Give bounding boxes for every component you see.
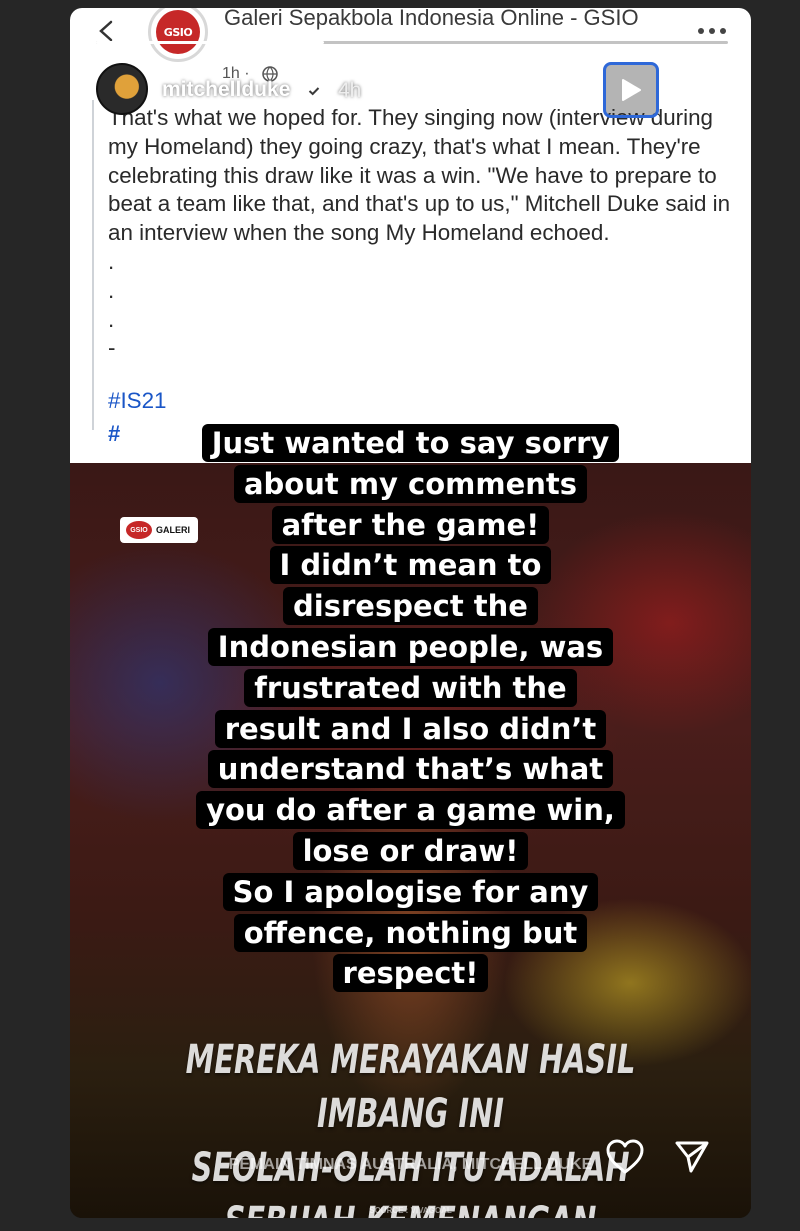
- caption-line-text: Indonesian people, was: [207, 627, 614, 666]
- caption-line: Just wanted to say sorry: [70, 423, 751, 464]
- caption-line: respect!: [70, 953, 751, 994]
- caption-line-text: frustrated with the: [244, 668, 577, 707]
- play-button[interactable]: [603, 62, 659, 118]
- username[interactable]: mitchellduke: [162, 78, 290, 102]
- page-title: Galeri Sepakbola Indonesia Online - GSIO: [224, 8, 639, 30]
- story-time: 4h: [338, 79, 362, 102]
- caption-line: So I apologise for any: [70, 872, 751, 913]
- send-icon[interactable]: [674, 1140, 710, 1174]
- headline-line-1: MEREKA MERAYAKAN HASIL IMBANG INI: [185, 1037, 636, 1137]
- caption-line-text: I didn’t mean to: [269, 546, 552, 585]
- story-viewer: GSIO Galeri Sepakbola Indonesia Online -…: [70, 8, 751, 1218]
- caption-line: after the game!: [70, 505, 751, 546]
- caption-line: lose or draw!: [70, 831, 751, 872]
- caption-line-text: respect!: [332, 954, 489, 993]
- caption-line-text: after the game!: [271, 505, 550, 544]
- quote-bar: [92, 100, 94, 430]
- story-caption: Just wanted to say sorry about my comment…: [70, 423, 751, 994]
- gsio-logo-text: GSIO: [156, 10, 200, 54]
- caption-line: understand that’s what: [70, 749, 751, 790]
- caption-line-text: you do after a game win,: [196, 791, 625, 830]
- play-icon: [622, 79, 641, 101]
- photo-subhead: PEMAIN TIMNAS AUSTRALIA, MITCHELL DUKE: [228, 1156, 593, 1173]
- caption-line: disrespect the: [70, 586, 751, 627]
- caption-line: you do after a game win,: [70, 790, 751, 831]
- avatar[interactable]: [96, 63, 148, 115]
- caption-line: offence, nothing but: [70, 913, 751, 954]
- caption-line-text: disrespect the: [283, 587, 538, 626]
- chevron-left-icon: [99, 20, 113, 42]
- caption-line: Indonesian people, was: [70, 627, 751, 668]
- caption-line-text: offence, nothing but: [233, 913, 588, 952]
- story-progress-fill: [96, 41, 324, 44]
- caption-line: about my comments: [70, 464, 751, 505]
- caption-line: frustrated with the: [70, 668, 751, 709]
- verified-badge-icon: [304, 81, 324, 101]
- hashtag-link[interactable]: #IS21: [108, 388, 167, 414]
- caption-line-text: result and I also didn’t: [214, 709, 607, 748]
- caption-line-text: lose or draw!: [292, 831, 529, 870]
- caption-line-text: understand that’s what: [207, 750, 614, 789]
- story-progress-bar: [96, 41, 728, 44]
- post-text: That's what we hoped for. They singing n…: [108, 105, 731, 361]
- gsio-logo: GSIO: [148, 8, 208, 62]
- caption-line: I didn’t mean to: [70, 545, 751, 586]
- more-horizontal-icon[interactable]: [672, 82, 710, 94]
- caption-line-text: Just wanted to say sorry: [201, 424, 620, 462]
- post-more-icon: [698, 28, 726, 34]
- photo-source: SOURCE : VIVAGOAL: [369, 1206, 452, 1215]
- photo-headline: MEREKA MERAYAKAN HASIL IMBANG INI SEOLAH…: [165, 1033, 655, 1218]
- heart-icon[interactable]: [605, 1138, 645, 1176]
- caption-line-text: So I apologise for any: [222, 872, 599, 911]
- caption-line: result and I also didn’t: [70, 709, 751, 750]
- caption-line-text: about my comments: [233, 464, 588, 503]
